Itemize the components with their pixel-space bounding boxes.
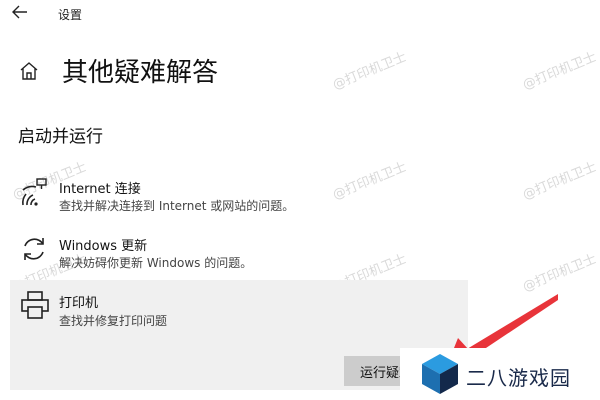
item-description: 查找并修复打印问题 — [59, 314, 168, 328]
troubleshooter-internet[interactable]: Internet 连接 查找并解决连接到 Internet 或网站的问题。 — [10, 178, 468, 218]
item-name: Internet 连接 — [59, 182, 141, 197]
watermark: @打印机卫士 — [520, 49, 599, 93]
watermark: @打印机卫士 — [520, 251, 599, 295]
printer-icon — [20, 290, 49, 319]
item-name: Windows 更新 — [59, 239, 148, 254]
window-title: 设置 — [58, 8, 83, 22]
watermark: @打印机卫士 — [330, 49, 409, 93]
section-heading: 启动并运行 — [18, 127, 103, 147]
site-logo-badge: 二八游戏园 — [400, 348, 600, 400]
home-icon[interactable] — [18, 60, 40, 82]
site-name: 二八游戏园 — [466, 366, 571, 390]
item-description: 查找并解决连接到 Internet 或网站的问题。 — [59, 199, 295, 213]
item-description: 解决妨碍你更新 Windows 的问题。 — [59, 256, 253, 270]
item-name: 打印机 — [59, 296, 99, 311]
page-title: 其他疑难解答 — [62, 58, 219, 88]
troubleshooter-windows-update[interactable]: Windows 更新 解决妨碍你更新 Windows 的问题。 — [10, 235, 468, 275]
wifi-icon — [20, 178, 48, 206]
refresh-icon — [20, 235, 48, 263]
title-bar: 设置 — [0, 0, 600, 30]
back-arrow-icon[interactable] — [8, 4, 32, 24]
cube-logo-icon — [422, 354, 458, 394]
watermark: @打印机卫士 — [520, 159, 599, 203]
